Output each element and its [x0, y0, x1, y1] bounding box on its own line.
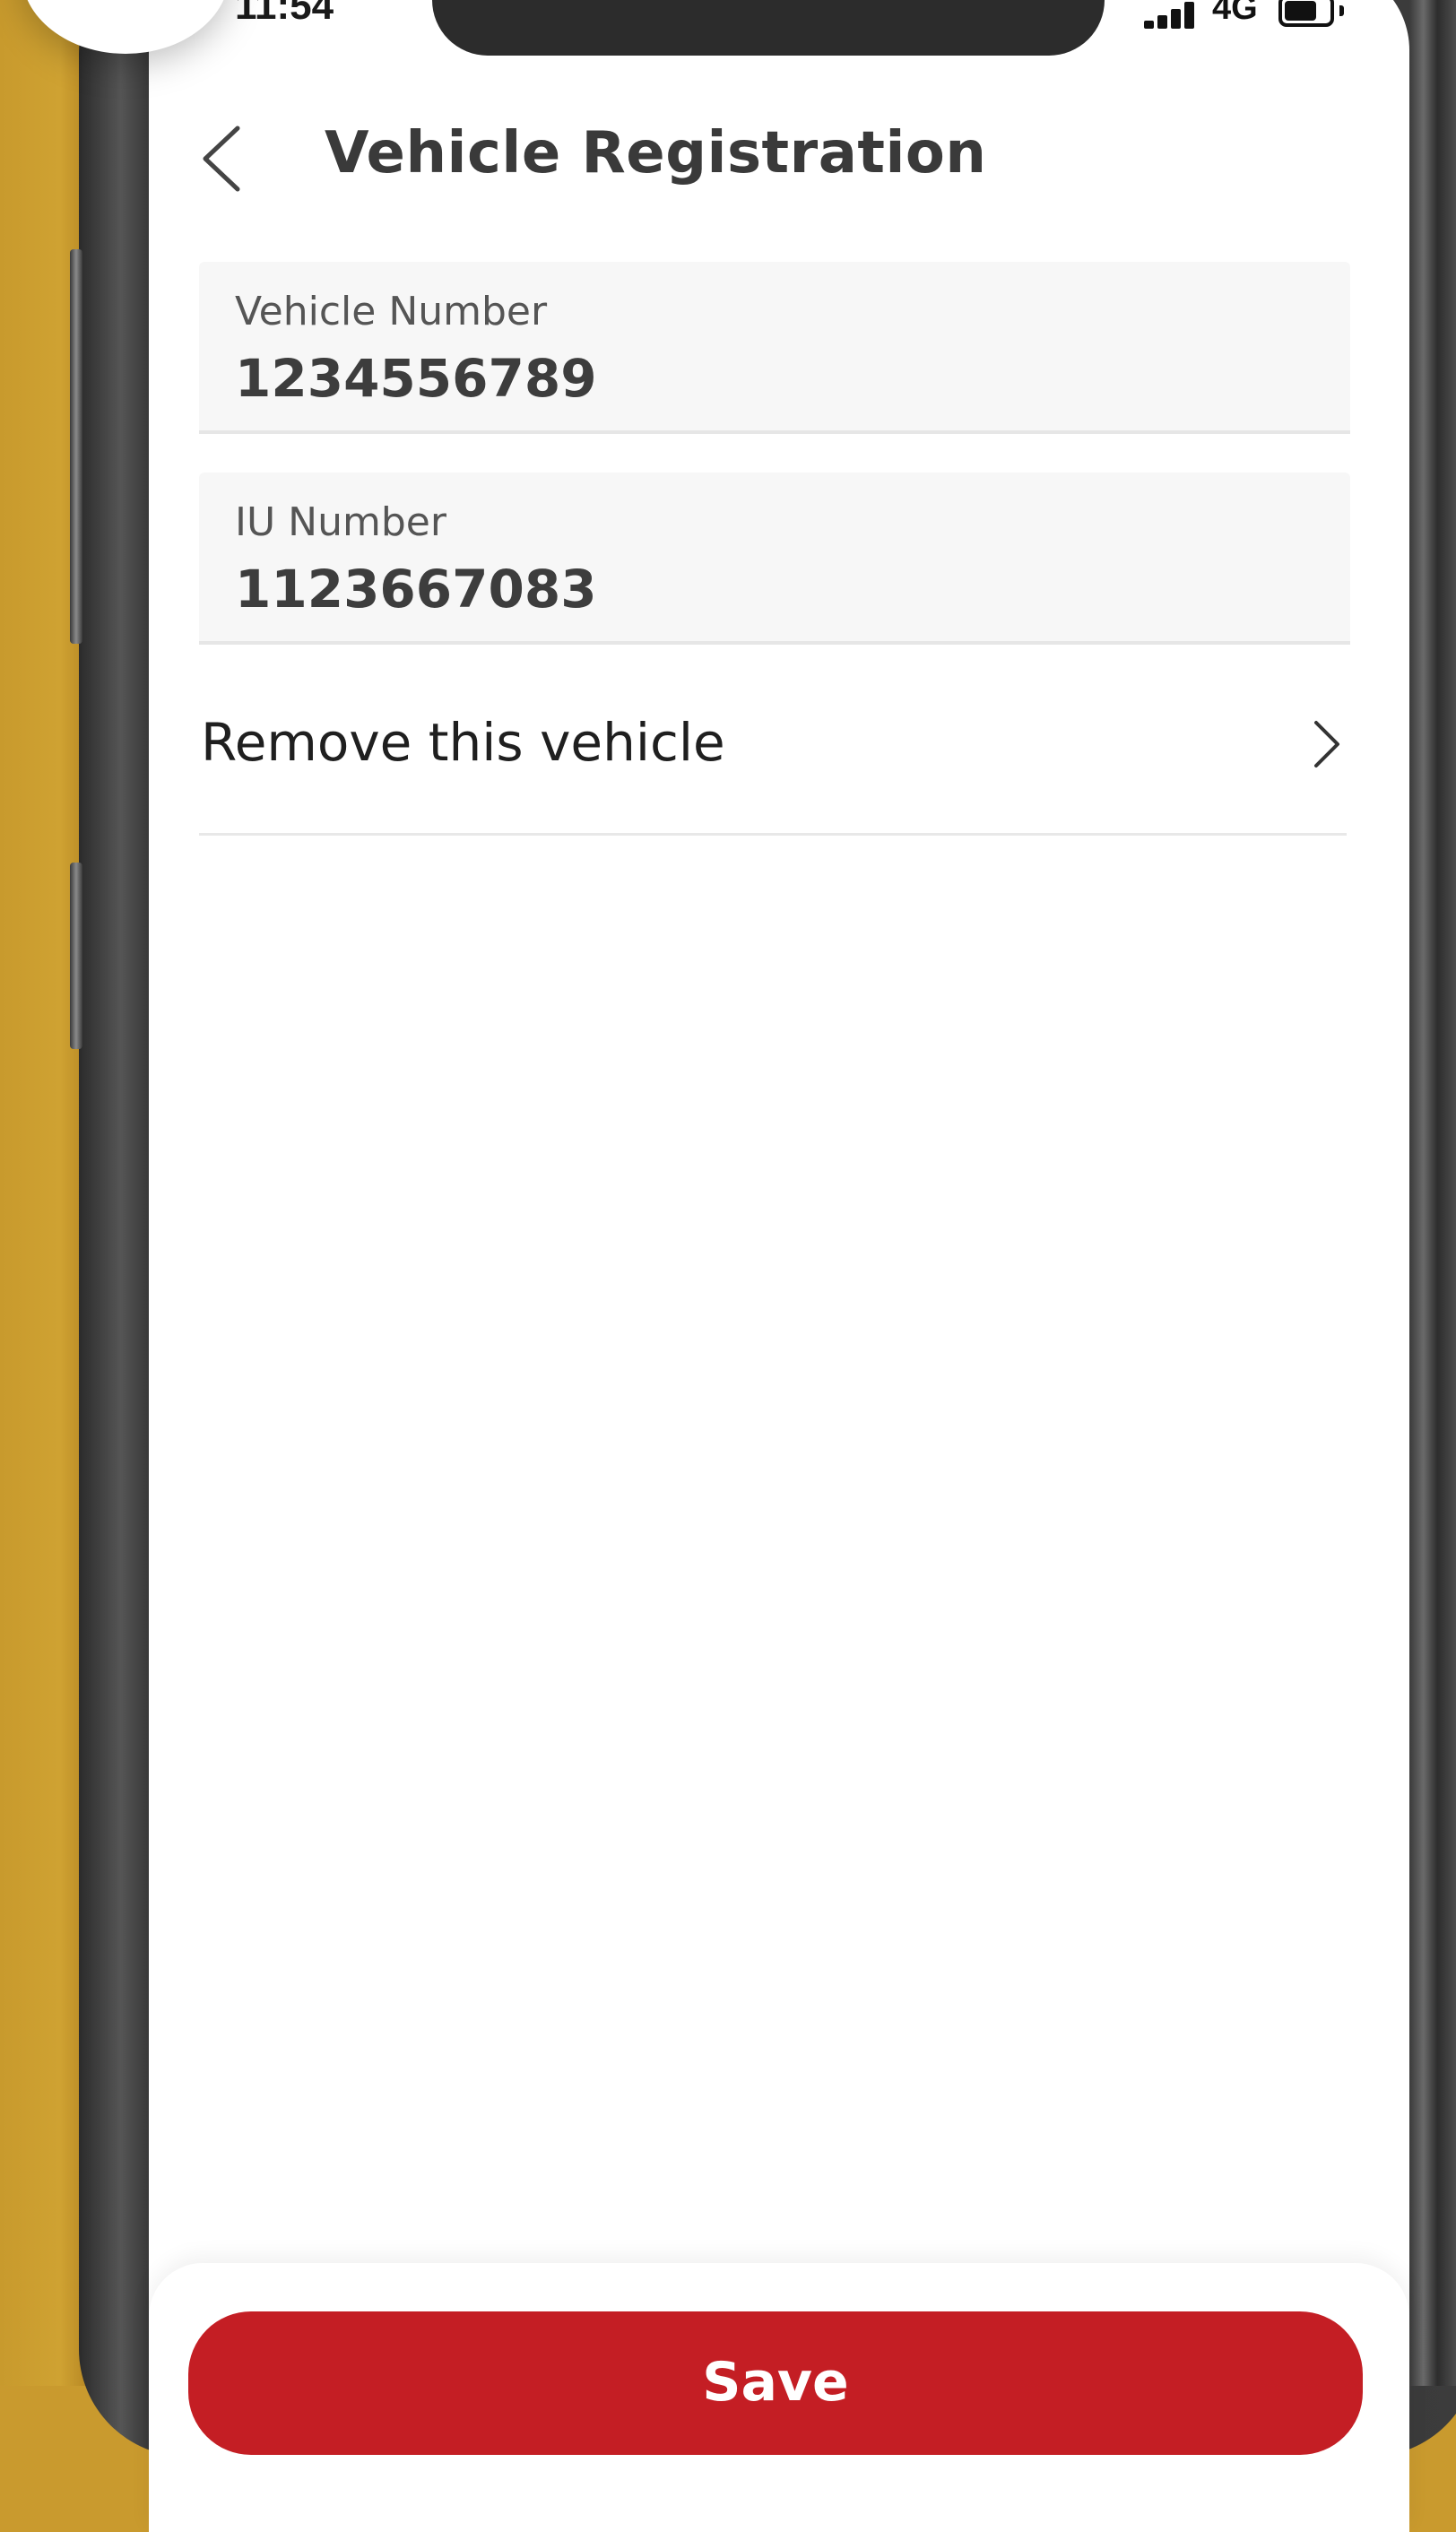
vehicle-number-field[interactable]: Vehicle Number	[199, 262, 1350, 434]
chevron-right-icon	[1314, 721, 1339, 767]
back-button[interactable]	[190, 118, 253, 199]
page-title: Vehicle Registration	[325, 120, 987, 186]
notch	[432, 0, 1105, 56]
network-label: 4G	[1212, 0, 1258, 27]
iu-number-label: IU Number	[235, 499, 446, 545]
save-button[interactable]: Save	[188, 2311, 1363, 2455]
side-button-bottom	[70, 863, 82, 1049]
iu-number-input[interactable]	[235, 559, 1311, 620]
signal-icon	[1144, 2, 1198, 29]
vehicle-number-label: Vehicle Number	[235, 289, 548, 334]
side-button-top	[70, 249, 82, 644]
chevron-left-icon	[203, 126, 240, 192]
remove-vehicle-label: Remove this vehicle	[201, 712, 725, 773]
battery-icon	[1278, 0, 1334, 27]
right-bezel	[1409, 0, 1456, 2386]
vehicle-number-input[interactable]	[235, 348, 1311, 409]
battery-tip	[1339, 5, 1344, 16]
status-time: 11:54	[235, 0, 334, 28]
remove-vehicle-row[interactable]: Remove this vehicle	[199, 671, 1347, 836]
iu-number-field[interactable]: IU Number	[199, 473, 1350, 645]
battery-level	[1285, 1, 1316, 21]
